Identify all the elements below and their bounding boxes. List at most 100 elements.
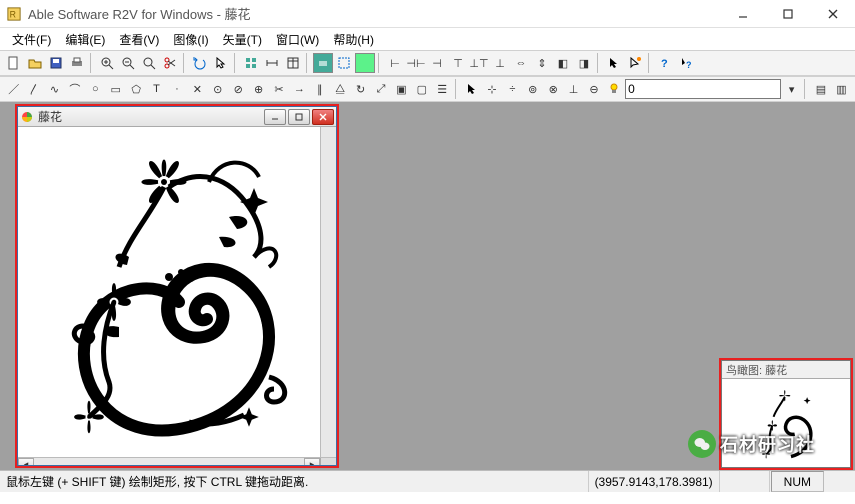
workspace: 藤花 bbox=[0, 102, 855, 470]
distribute-v-icon[interactable]: ⇕ bbox=[532, 53, 552, 73]
line-tool-icon[interactable]: ／ bbox=[4, 79, 23, 99]
cross-tool-icon[interactable]: ✕ bbox=[188, 79, 207, 99]
status-num: NUM bbox=[771, 471, 824, 492]
snap-center-icon[interactable]: ⊚ bbox=[523, 79, 542, 99]
open-icon[interactable] bbox=[25, 53, 45, 73]
trim-tool-icon[interactable]: ✂ bbox=[269, 79, 288, 99]
snap-intersect-icon[interactable]: ⊗ bbox=[543, 79, 562, 99]
status-empty2 bbox=[825, 471, 855, 492]
undo-icon[interactable] bbox=[190, 53, 210, 73]
layer-green-icon[interactable] bbox=[313, 53, 333, 73]
rect-tool-icon[interactable]: ▭ bbox=[106, 79, 125, 99]
hatch-icon[interactable]: ▤ bbox=[811, 79, 830, 99]
node-tool-icon[interactable]: ⊙ bbox=[208, 79, 227, 99]
align-top-icon[interactable]: ⊤ bbox=[448, 53, 468, 73]
pointer-icon[interactable] bbox=[211, 53, 231, 73]
maximize-button[interactable] bbox=[765, 0, 810, 28]
snap-tangent-icon[interactable]: ⊖ bbox=[584, 79, 603, 99]
scissors-icon[interactable] bbox=[160, 53, 180, 73]
status-empty1 bbox=[720, 471, 770, 492]
select-rect-icon[interactable] bbox=[334, 53, 354, 73]
snap-end-icon[interactable]: ⊹ bbox=[482, 79, 501, 99]
snap-mid-icon[interactable]: ÷ bbox=[503, 79, 522, 99]
grid-icon[interactable] bbox=[241, 53, 261, 73]
status-coords: (3957.9143,178.3981) bbox=[589, 471, 720, 492]
save-icon[interactable] bbox=[46, 53, 66, 73]
zoom-in-icon[interactable] bbox=[97, 53, 117, 73]
align-right-icon[interactable]: ⊣ bbox=[427, 53, 447, 73]
ungroup-tool-icon[interactable]: ▢ bbox=[412, 79, 431, 99]
overview-title: 鸟瞰图: 藤花 bbox=[722, 361, 850, 379]
point-tool-icon[interactable]: · bbox=[167, 79, 186, 99]
polyline-tool-icon[interactable]: 〳 bbox=[24, 79, 43, 99]
distribute-h-icon[interactable]: ⇔ bbox=[511, 53, 531, 73]
svg-text:?: ? bbox=[661, 58, 668, 70]
menu-vector[interactable]: 矢量(T) bbox=[217, 29, 268, 50]
fill-green-icon[interactable] bbox=[355, 53, 375, 73]
extend-tool-icon[interactable]: → bbox=[290, 79, 309, 99]
canvas[interactable] bbox=[18, 127, 320, 457]
flip-v-icon[interactable]: ◨ bbox=[574, 53, 594, 73]
table-icon[interactable] bbox=[283, 53, 303, 73]
minimize-button[interactable] bbox=[720, 0, 765, 28]
menubar: 文件(F) 编辑(E) 查看(V) 图像(I) 矢量(T) 窗口(W) 帮助(H… bbox=[0, 28, 855, 50]
dropdown-icon[interactable]: ▾ bbox=[782, 79, 801, 99]
align-bottom-icon[interactable]: ⊥ bbox=[490, 53, 510, 73]
document-titlebar: 藤花 bbox=[18, 107, 336, 127]
flip-h-icon[interactable]: ◧ bbox=[553, 53, 573, 73]
print-icon[interactable] bbox=[67, 53, 87, 73]
layer-tool-icon[interactable]: ☰ bbox=[433, 79, 452, 99]
scale-tool-icon[interactable]: ⤢ bbox=[371, 79, 390, 99]
pointer2-icon[interactable] bbox=[462, 79, 481, 99]
measure-icon[interactable] bbox=[262, 53, 282, 73]
break-tool-icon[interactable]: ⊘ bbox=[228, 79, 247, 99]
text-tool-icon[interactable]: T bbox=[147, 79, 166, 99]
scroll-left-icon[interactable]: ◂ bbox=[18, 458, 34, 465]
scroll-right-icon[interactable]: ▸ bbox=[304, 458, 320, 465]
circle-tool-icon[interactable]: ○ bbox=[86, 79, 105, 99]
join-tool-icon[interactable]: ⊕ bbox=[249, 79, 268, 99]
lamp-icon[interactable] bbox=[605, 79, 624, 99]
doc-close-button[interactable] bbox=[312, 109, 334, 125]
align-left-icon[interactable]: ⊢ bbox=[385, 53, 405, 73]
rotate-tool-icon[interactable]: ↻ bbox=[351, 79, 370, 99]
menu-edit[interactable]: 编辑(E) bbox=[59, 29, 111, 50]
group-tool-icon[interactable]: ▣ bbox=[392, 79, 411, 99]
polygon-tool-icon[interactable]: ⬠ bbox=[126, 79, 145, 99]
value-combo[interactable] bbox=[625, 79, 781, 99]
curve-tool-icon[interactable]: ∿ bbox=[45, 79, 64, 99]
scroll-grip[interactable] bbox=[320, 458, 336, 465]
wechat-icon bbox=[688, 430, 716, 458]
doc-minimize-button[interactable] bbox=[264, 109, 286, 125]
hatch2-icon[interactable]: ▥ bbox=[832, 79, 851, 99]
doc-maximize-button[interactable] bbox=[288, 109, 310, 125]
offset-tool-icon[interactable]: ∥ bbox=[310, 79, 329, 99]
zoom-fit-icon[interactable] bbox=[139, 53, 159, 73]
menu-window[interactable]: 窗口(W) bbox=[270, 29, 325, 50]
menu-image[interactable]: 图像(I) bbox=[167, 29, 214, 50]
svg-text:?: ? bbox=[686, 60, 692, 70]
arrow-tool-icon[interactable] bbox=[604, 53, 624, 73]
zoom-out-icon[interactable] bbox=[118, 53, 138, 73]
close-button[interactable] bbox=[810, 0, 855, 28]
toolbar-main: ⊢ ⊣⊢ ⊣ ⊤ ⊥⊤ ⊥ ⇔ ⇕ ◧ ◨ ? ? bbox=[0, 50, 855, 76]
align-middle-icon[interactable]: ⊥⊤ bbox=[469, 53, 489, 73]
overview-canvas[interactable] bbox=[722, 379, 850, 467]
arc-tool-icon[interactable]: ⌒ bbox=[65, 79, 84, 99]
edit-arrow-icon[interactable] bbox=[625, 53, 645, 73]
horizontal-scrollbar[interactable]: ◂ ▸ bbox=[18, 457, 336, 465]
context-help-icon[interactable]: ? bbox=[676, 53, 696, 73]
snap-perp-icon[interactable]: ⊥ bbox=[564, 79, 583, 99]
new-icon[interactable] bbox=[4, 53, 24, 73]
window-controls bbox=[720, 0, 855, 28]
align-center-icon[interactable]: ⊣⊢ bbox=[406, 53, 426, 73]
window-title: Able Software R2V for Windows - 藤花 bbox=[28, 4, 720, 23]
help-icon[interactable]: ? bbox=[655, 53, 675, 73]
menu-help[interactable]: 帮助(H) bbox=[327, 29, 380, 50]
vertical-scrollbar[interactable] bbox=[320, 127, 336, 457]
document-title: 藤花 bbox=[38, 108, 262, 125]
titlebar: R Able Software R2V for Windows - 藤花 bbox=[0, 0, 855, 28]
mirror-tool-icon[interactable]: ⧋ bbox=[331, 79, 350, 99]
menu-view[interactable]: 查看(V) bbox=[113, 29, 165, 50]
menu-file[interactable]: 文件(F) bbox=[6, 29, 57, 50]
